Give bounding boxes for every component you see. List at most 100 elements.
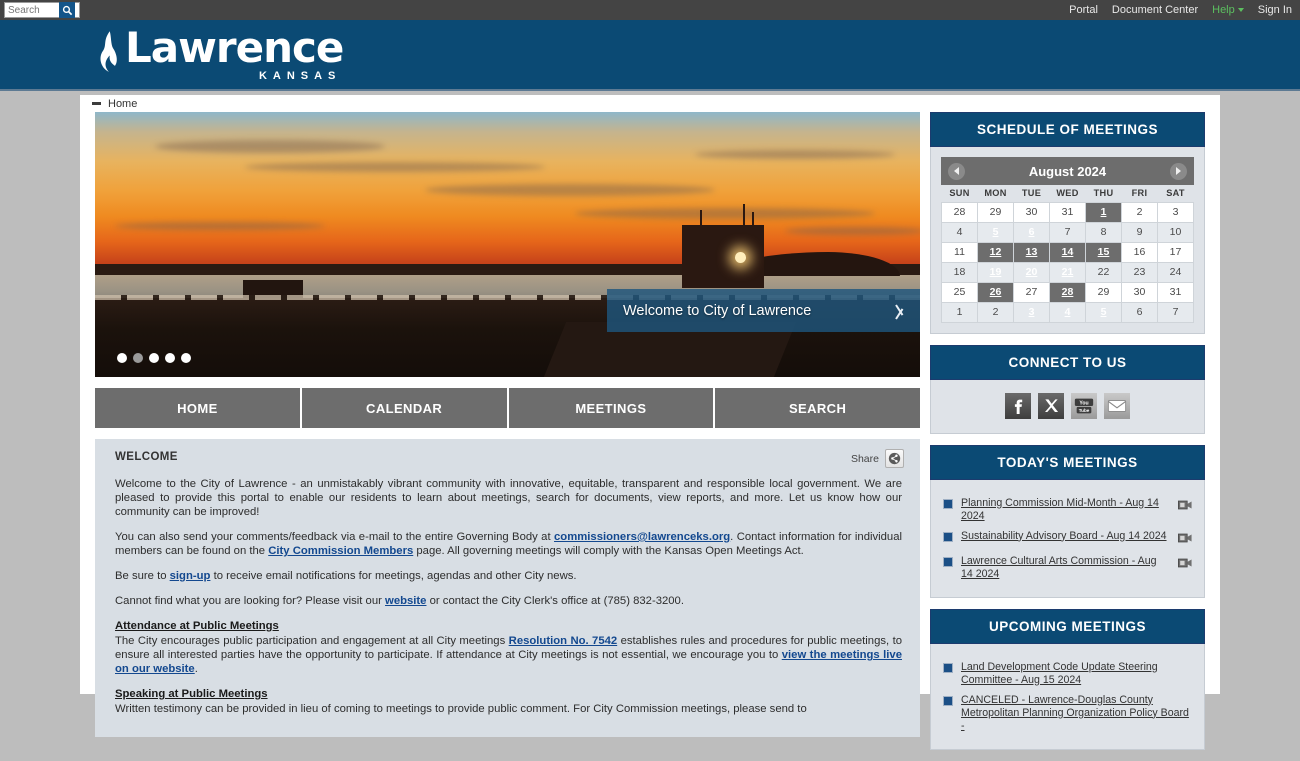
calendar-day-with-meetings[interactable]: 21: [1049, 261, 1086, 283]
resolution-7542-link[interactable]: Resolution No. 7542: [509, 635, 618, 647]
meeting-link[interactable]: Sustainability Advisory Board - Aug 14 2…: [961, 530, 1170, 543]
sidebar-column: SCHEDULE OF MEETINGS August 2024 SUN MON…: [930, 112, 1205, 761]
meeting-link[interactable]: CANCELED - Lawrence-Douglas County Metro…: [961, 694, 1192, 733]
tab-home[interactable]: HOME: [95, 388, 302, 428]
top-link-help[interactable]: Help: [1212, 4, 1244, 16]
meeting-list-item[interactable]: Lawrence Cultural Arts Commission - Aug …: [941, 552, 1194, 585]
calendar-next-button[interactable]: [1170, 162, 1187, 180]
hero-carousel[interactable]: Welcome to City of Lawrence: [95, 112, 920, 377]
carousel-dots: [117, 353, 191, 363]
calendar-day-link[interactable]: 1: [1101, 206, 1107, 218]
calendar-day-link[interactable]: 19: [990, 266, 1002, 278]
calendar-day-with-meetings[interactable]: 14: [1049, 241, 1086, 263]
calendar-day-with-meetings[interactable]: 26: [977, 281, 1014, 303]
search-box[interactable]: [4, 2, 80, 18]
tab-calendar[interactable]: CALENDAR: [301, 388, 509, 428]
tab-search[interactable]: SEARCH: [715, 388, 920, 428]
calendar-day-with-meetings[interactable]: 13: [1013, 241, 1050, 263]
calendar-day-link[interactable]: 4: [1065, 306, 1071, 318]
upcoming-meetings-body: Land Development Code Update Steering Co…: [930, 643, 1205, 750]
share-button[interactable]: [885, 449, 904, 468]
facebook-icon[interactable]: [1005, 392, 1031, 419]
video-link[interactable]: [1178, 530, 1192, 548]
email-commissioners-link[interactable]: commissioners@lawrenceks.org: [554, 531, 730, 543]
calendar-day-with-meetings[interactable]: 19: [977, 261, 1014, 283]
meeting-link[interactable]: Lawrence Cultural Arts Commission - Aug …: [961, 555, 1170, 581]
calendar-day-link[interactable]: 20: [1026, 266, 1038, 278]
meeting-link[interactable]: Planning Commission Mid-Month - Aug 14 2…: [961, 497, 1170, 523]
meeting-list-item[interactable]: CANCELED - Lawrence-Douglas County Metro…: [941, 691, 1194, 737]
site-logo[interactable]: Lawrence KANSAS: [95, 22, 344, 82]
calendar-day-link[interactable]: 6: [1029, 226, 1035, 238]
calendar-day-link[interactable]: 26: [990, 286, 1002, 298]
city-commission-members-link[interactable]: City Commission Members: [268, 545, 413, 557]
welcome-heading: WELCOME: [115, 451, 178, 463]
calendar-day-link[interactable]: 14: [1062, 246, 1074, 258]
email-icon[interactable]: [1104, 392, 1130, 419]
calendar-day-with-meetings[interactable]: 20: [1013, 261, 1050, 283]
calendar-prev-button[interactable]: [948, 162, 965, 180]
weekday-thu: THU: [1085, 185, 1122, 202]
calendar-day: 11: [941, 241, 978, 263]
cloud-shape: [575, 208, 875, 219]
top-link-portal[interactable]: Portal: [1069, 4, 1098, 16]
calendar-day-link[interactable]: 21: [1062, 266, 1074, 278]
calendar-day-with-meetings[interactable]: 28: [1049, 281, 1086, 303]
calendar-day-link[interactable]: 28: [1062, 286, 1074, 298]
sign-up-link[interactable]: sign-up: [170, 570, 211, 582]
carousel-dot-4[interactable]: [165, 353, 175, 363]
hero-caption-text: Welcome to City of Lawrence: [623, 302, 812, 319]
share-label: Share: [850, 452, 879, 465]
video-camera-icon: [1178, 558, 1192, 567]
hero-caption[interactable]: Welcome to City of Lawrence: [607, 289, 920, 332]
calendar-day: 17: [1157, 241, 1194, 263]
calendar-day-with-meetings[interactable]: 4: [1049, 301, 1086, 323]
calendar-day-link[interactable]: 13: [1026, 246, 1038, 258]
calendar-day-link[interactable]: 12: [990, 246, 1002, 258]
top-link-document-center[interactable]: Document Center: [1112, 4, 1198, 16]
meeting-list-item[interactable]: Planning Commission Mid-Month - Aug 14 2…: [941, 494, 1194, 527]
calendar-day-link[interactable]: 5: [993, 226, 999, 238]
top-link-sign-in[interactable]: Sign In: [1258, 4, 1292, 16]
calendar-day: 29: [977, 201, 1014, 223]
breadcrumb-home[interactable]: Home: [108, 98, 137, 110]
search-input[interactable]: [5, 3, 59, 17]
calendar-week-row: 12 3 4 5 67: [941, 301, 1194, 323]
share-control[interactable]: Share: [851, 449, 904, 468]
meeting-list-item[interactable]: Sustainability Advisory Board - Aug 14 2…: [941, 527, 1194, 552]
video-link[interactable]: [1178, 555, 1192, 573]
calendar-week-row: 4 5 6 7 8 9 10: [941, 221, 1194, 243]
calendar-day-with-meetings[interactable]: 6: [1013, 221, 1050, 243]
calendar-day-with-meetings[interactable]: 12: [977, 241, 1014, 263]
youtube-icon[interactable]: You Tube: [1071, 392, 1097, 419]
calendar-grid: SUN MON TUE WED THU FRI SAT 28 29 30 31 1 2 3 4…: [941, 185, 1194, 323]
calendar-day-with-meetings[interactable]: 1: [1085, 201, 1122, 223]
x-twitter-icon[interactable]: [1038, 392, 1064, 419]
calendar-day-with-meetings[interactable]: 5: [1085, 301, 1122, 323]
website-link[interactable]: website: [385, 595, 426, 607]
meeting-link[interactable]: Land Development Code Update Steering Co…: [961, 661, 1192, 687]
calendar-day-link[interactable]: 3: [1029, 306, 1035, 318]
carousel-dot-2[interactable]: [133, 353, 143, 363]
calendar-day-link[interactable]: 5: [1101, 306, 1107, 318]
calendar-day: 10: [1157, 221, 1194, 243]
calendar-day-with-meetings[interactable]: 15: [1085, 241, 1122, 263]
search-button[interactable]: [59, 2, 75, 18]
calendar-day-with-meetings[interactable]: 5: [977, 221, 1014, 243]
hero-tower-mast: [752, 212, 754, 226]
meeting-list-item[interactable]: Land Development Code Update Steering Co…: [941, 658, 1194, 691]
calendar-week-row: 28 29 30 31 1 2 3: [941, 201, 1194, 223]
video-link[interactable]: [1178, 497, 1192, 515]
logo-state: KANSAS: [258, 69, 342, 82]
carousel-dot-3[interactable]: [149, 353, 159, 363]
calendar-day: 18: [941, 261, 978, 283]
logo-wordmark: Lawrence: [125, 22, 344, 72]
carousel-dot-5[interactable]: [181, 353, 191, 363]
cloud-shape: [115, 222, 325, 230]
calendar-day-with-meetings[interactable]: 3: [1013, 301, 1050, 323]
tab-meetings[interactable]: MEETINGS: [508, 388, 716, 428]
chevron-right-icon[interactable]: [894, 298, 908, 324]
top-utility-bar: Portal Document Center Help Sign In: [0, 0, 1300, 20]
calendar-day-link[interactable]: 15: [1098, 246, 1110, 258]
carousel-dot-1[interactable]: [117, 353, 127, 363]
